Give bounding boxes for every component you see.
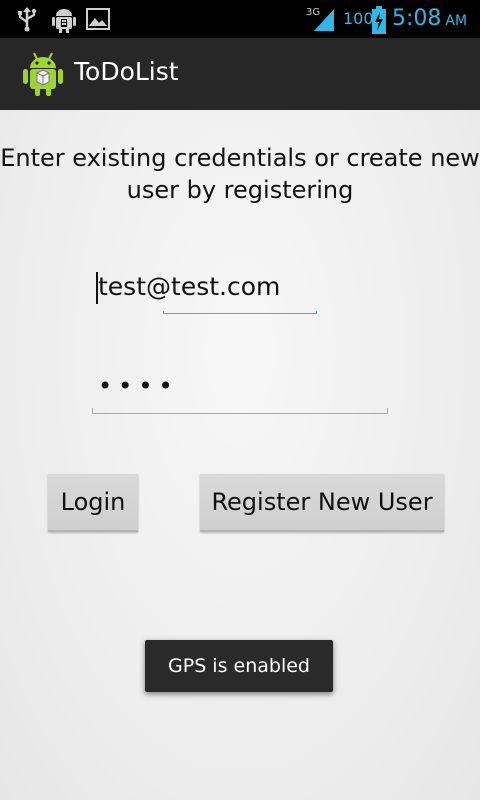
android-app-icon[interactable] [22, 51, 64, 97]
usb-icon [16, 6, 38, 36]
svg-text:3G: 3G [306, 7, 320, 18]
image-icon [86, 8, 110, 34]
toast-notification: GPS is enabled [145, 640, 333, 692]
email-field-value: test@test.com [98, 272, 281, 301]
instructions-text: Enter existing credentials or create new… [0, 144, 480, 204]
login-screen: Enter existing credentials or create new… [0, 110, 480, 800]
password-underline [92, 408, 388, 414]
action-bar: ToDoList [0, 38, 480, 110]
password-field-value: •••• [98, 372, 179, 400]
password-field[interactable]: •••• [92, 370, 388, 414]
email-underline [163, 311, 317, 314]
status-bar: 3G 100 5:08 AM [0, 0, 480, 38]
register-new-user-button[interactable]: Register New User [200, 474, 444, 532]
email-field[interactable]: test@test.com [86, 270, 394, 314]
clock: 5:08 AM [392, 6, 468, 31]
battery-charging-icon [372, 6, 386, 38]
login-button[interactable]: Login [48, 474, 138, 532]
android-debug-icon [52, 6, 76, 38]
app-title: ToDoList [74, 57, 179, 86]
signal-icon: 3G [306, 5, 336, 37]
text-cursor [96, 272, 98, 304]
battery-level: 100 [343, 9, 374, 28]
